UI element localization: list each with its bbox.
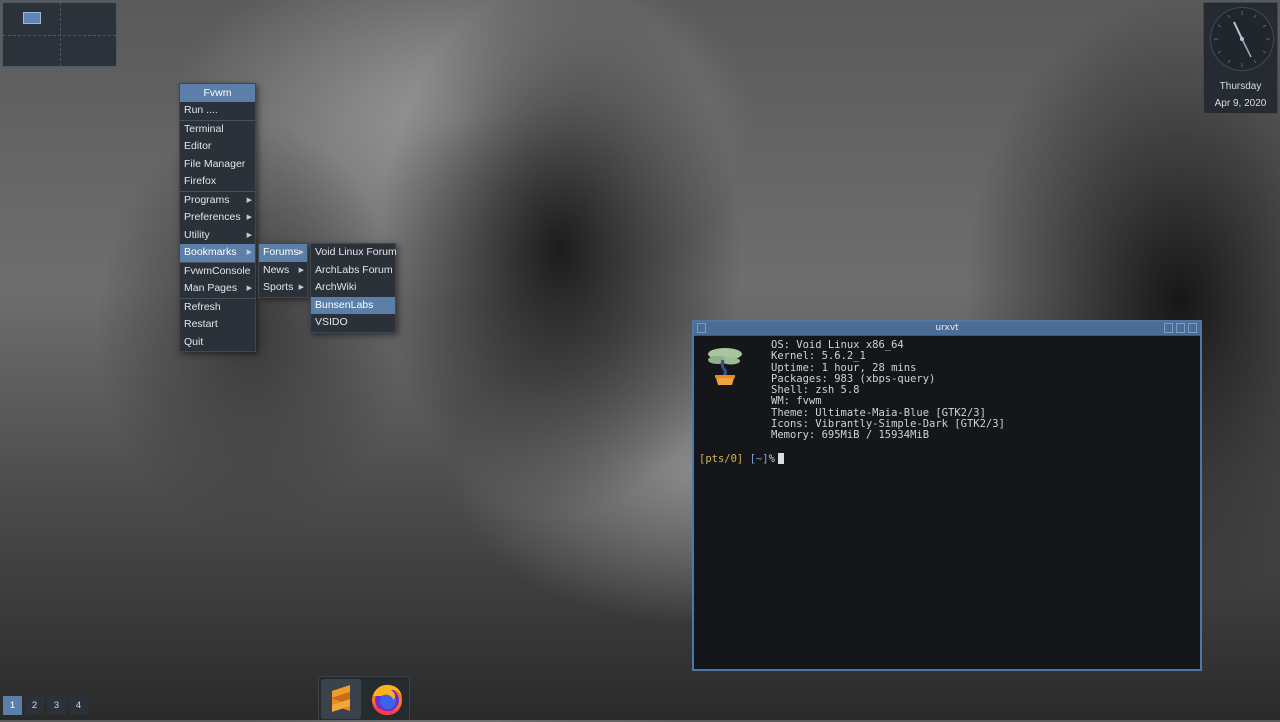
clock-date: Apr 9, 2020 [1214, 98, 1267, 109]
info-line: Kernel: 5.6.2_1 [771, 350, 866, 363]
menu-item-label: VSIDO [315, 316, 348, 328]
shell-prompt: [pts/0] [~]% [699, 453, 784, 465]
menu-item-run[interactable]: Run .... [180, 102, 255, 120]
bookmarks-submenu: Forums ▶ News ▶ Sports ▶ [258, 243, 308, 298]
menu-item-label: Editor [184, 140, 212, 152]
forums-submenu: Void Linux Forum ArchLabs Forum ArchWiki… [310, 243, 397, 333]
menu-item-archlabs-forum[interactable]: ArchLabs Forum [311, 262, 395, 280]
menu-item-forums[interactable]: Forums ▶ [259, 244, 307, 262]
menu-item-quit[interactable]: Quit [180, 334, 255, 352]
workspace-button-1[interactable]: 1 [3, 696, 22, 715]
prompt-dir: [~] [749, 453, 769, 465]
menu-item-label: BunsenLabs [315, 298, 374, 311]
menu-item-void-linux-forum[interactable]: Void Linux Forum [311, 244, 397, 262]
submenu-arrow-icon: ▶ [246, 196, 252, 204]
menu-item-sports[interactable]: Sports ▶ [259, 279, 307, 297]
menu-item-label: News [263, 263, 290, 276]
menu-item-label: Firefox [184, 175, 217, 187]
dock [318, 676, 410, 720]
maximize-button[interactable] [1176, 323, 1185, 333]
menu-item-fvwmconsole[interactable]: FvwmConsole [180, 263, 255, 281]
desktop-pager[interactable] [2, 2, 117, 67]
bonsai-logo-icon [708, 348, 742, 385]
analog-clock-icon [1210, 7, 1274, 71]
menu-item-label: Restart [184, 318, 218, 330]
submenu-arrow-icon: ▶ [298, 284, 304, 291]
clock-day: Thursday [1219, 81, 1262, 92]
workspace-switcher: 1 2 3 4 [3, 696, 88, 716]
menu-item-utility[interactable]: Utility ▶ [180, 227, 255, 245]
window-menu-button[interactable] [697, 323, 706, 333]
menu-item-bookmarks[interactable]: Bookmarks ▶ [180, 244, 255, 262]
menu-item-file-manager[interactable]: File Manager [180, 156, 255, 174]
prompt-tty: [pts/0] [699, 453, 744, 465]
terminal-window[interactable]: urxvt OS: Void Linux x86_64 Kernel: 5.6.… [692, 320, 1202, 671]
menu-item-terminal[interactable]: Terminal [180, 121, 255, 139]
menu-item-label: Terminal [184, 122, 224, 135]
menu-item-refresh[interactable]: Refresh [180, 299, 255, 317]
workspace-button-2[interactable]: 2 [25, 696, 44, 715]
window-title: urxvt [935, 323, 959, 333]
menu-item-archwiki[interactable]: ArchWiki [311, 279, 395, 297]
close-button[interactable] [1188, 323, 1197, 333]
menu-item-label: Bookmarks [184, 246, 237, 258]
menu-item-label: Quit [184, 335, 204, 348]
menu-item-bunsenlabs[interactable]: BunsenLabs [311, 296, 395, 314]
dock-item-sublime-text[interactable] [321, 679, 361, 719]
minimize-button[interactable] [1164, 323, 1173, 333]
firefox-icon [372, 684, 402, 715]
menu-item-label: File Manager [184, 157, 246, 170]
submenu-arrow-icon: ▶ [246, 249, 252, 256]
submenu-arrow-icon: ▶ [246, 285, 252, 292]
fvwm-root-menu: Fvwm Run .... Terminal Editor File Manag… [179, 83, 256, 352]
menu-item-firefox[interactable]: Firefox [180, 173, 255, 191]
menu-item-label: Void Linux Forum [315, 246, 397, 258]
menu-item-label: ArchWiki [315, 281, 357, 293]
menu-item-man-pages[interactable]: Man Pages ▶ [180, 280, 255, 298]
menu-item-editor[interactable]: Editor [180, 138, 255, 156]
workspace-button-3[interactable]: 3 [47, 696, 66, 715]
pager-divider [60, 3, 61, 66]
prompt-symbol: % [768, 453, 775, 465]
submenu-arrow-icon: ▶ [246, 214, 252, 221]
submenu-arrow-icon: ▶ [298, 266, 304, 274]
menu-item-label: Refresh [184, 300, 221, 313]
menu-item-label: Forums [263, 246, 299, 258]
menu-title: Fvwm [180, 84, 255, 102]
menu-item-programs[interactable]: Programs ▶ [180, 192, 255, 210]
menu-item-label: FvwmConsole [184, 264, 251, 277]
text-cursor [777, 453, 784, 464]
submenu-arrow-icon: ▶ [246, 231, 252, 239]
menu-item-label: Sports [263, 281, 294, 293]
menu-item-label: Utility [184, 228, 210, 241]
pager-window-thumbnail[interactable] [23, 12, 41, 24]
sublime-text-icon [332, 685, 350, 712]
menu-item-label: Man Pages [184, 282, 238, 294]
submenu-arrow-icon: ▶ [298, 249, 304, 256]
window-titlebar[interactable]: urxvt [694, 322, 1200, 336]
menu-item-vsido[interactable]: VSIDO [311, 314, 395, 332]
menu-item-preferences[interactable]: Preferences ▶ [180, 209, 255, 227]
system-info: OS: Void Linux x86_64 Kernel: 5.6.2_1 Up… [771, 339, 1005, 442]
menu-item-label: Programs [184, 193, 230, 206]
menu-item-label: Run .... [184, 104, 218, 116]
menu-item-restart[interactable]: Restart [180, 316, 255, 334]
dock-item-firefox[interactable] [367, 679, 407, 719]
menu-item-news[interactable]: News ▶ [259, 262, 307, 280]
clock-widget: Thursday Apr 9, 2020 [1203, 2, 1278, 114]
menu-item-label: Preferences [184, 211, 241, 223]
menu-item-label: ArchLabs Forum [315, 263, 393, 276]
workspace-button-4[interactable]: 4 [69, 696, 88, 715]
info-line: Memory: 695MiB / 15934MiB [771, 429, 930, 442]
